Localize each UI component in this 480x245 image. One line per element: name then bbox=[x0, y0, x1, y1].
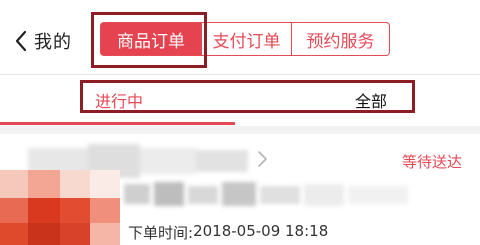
tab-appointment-services[interactable]: 预约服务 bbox=[292, 22, 390, 56]
back-label: 我的 bbox=[34, 32, 72, 53]
obscured-product-title bbox=[124, 180, 414, 208]
active-filter-indicator bbox=[0, 122, 235, 125]
section-gap bbox=[0, 126, 480, 134]
chevron-right-icon bbox=[258, 151, 267, 167]
annotation-box-tab bbox=[91, 12, 207, 68]
obscured-product-image bbox=[0, 170, 120, 245]
order-time-label: 下单时间: bbox=[128, 224, 194, 242]
back-chevron-icon bbox=[15, 30, 27, 52]
order-time: 下单时间: 2018-05-09 18:18 bbox=[128, 222, 328, 243]
order-status: 等待送达 bbox=[402, 153, 463, 171]
order-time-value: 2018-05-09 18:18 bbox=[193, 222, 329, 240]
annotation-box-filter bbox=[80, 80, 415, 113]
header-divider bbox=[0, 74, 480, 75]
back-button[interactable]: 我的 bbox=[14, 28, 84, 54]
tab-payment-orders[interactable]: 支付订单 bbox=[202, 22, 292, 56]
